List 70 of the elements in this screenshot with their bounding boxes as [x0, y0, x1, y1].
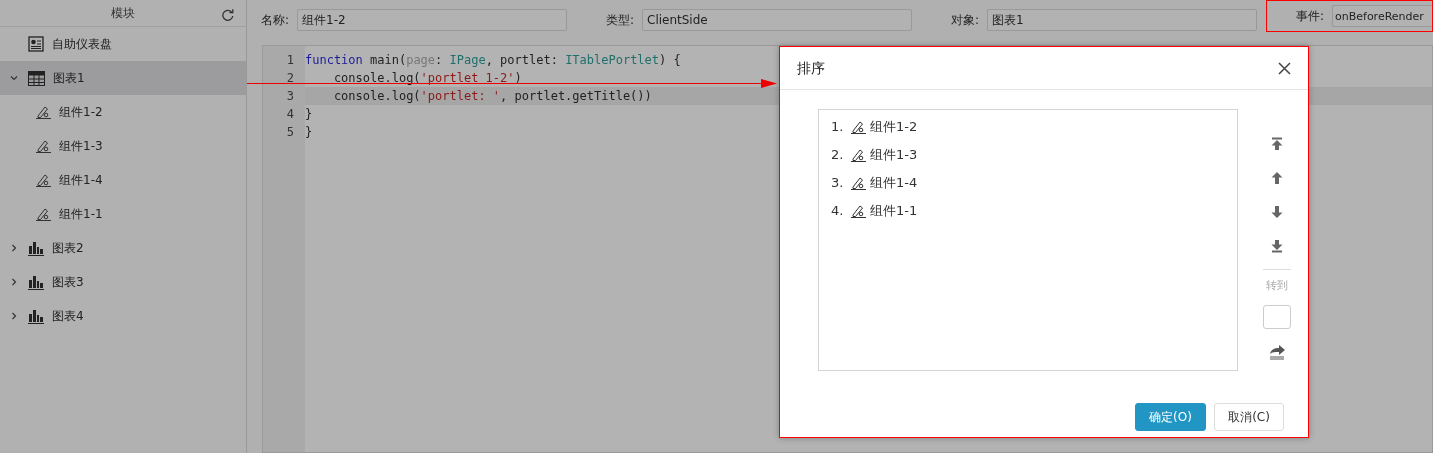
- text-field[interactable]: onBeforeRender: [1332, 5, 1432, 27]
- item-label: 组件1-4: [59, 172, 103, 189]
- list-item[interactable]: 2. 组件1-3: [819, 141, 1237, 169]
- tree-item[interactable]: 自助仪表盘: [0, 27, 246, 61]
- code-line: }: [305, 106, 313, 123]
- tree-item[interactable]: 组件1-3: [0, 129, 246, 163]
- field-label: 名称:: [261, 12, 291, 29]
- tree-item[interactable]: 图表3: [0, 265, 246, 299]
- text-field[interactable]: 图表1: [987, 9, 1257, 31]
- item-label: 图表1: [53, 70, 85, 87]
- tree-item[interactable]: 图表2: [0, 231, 246, 265]
- table-icon: [28, 70, 45, 86]
- tree-item[interactable]: 图表4: [0, 299, 246, 333]
- refresh-icon: [221, 8, 234, 21]
- item-label: 自助仪表盘: [52, 36, 112, 53]
- code-line: function main(page: IPage, portlet: ITablePortlet) {: [305, 52, 681, 69]
- chevron-right-icon: [11, 278, 17, 286]
- item-label: 组件1-1: [59, 206, 103, 223]
- item-label: 图表2: [52, 240, 84, 257]
- panel-title: 模块: [111, 5, 135, 22]
- pencil-icon: [36, 207, 51, 221]
- pencil-icon: [36, 173, 51, 187]
- item-label: 组件1-3: [59, 138, 103, 155]
- dialog-title: 排序: [797, 58, 825, 78]
- code-line: console.log('portlet: ', portlet.getTitle()): [332, 88, 652, 105]
- text-field[interactable]: 组件1-2: [297, 9, 567, 31]
- list-item[interactable]: 4. 组件1-1: [819, 197, 1237, 225]
- tree-item[interactable]: 图表1: [0, 61, 246, 95]
- goto-label: 转到: [1263, 269, 1291, 295]
- tree-item[interactable]: 组件1-2: [0, 95, 246, 129]
- item-label: 图表4: [52, 308, 84, 325]
- text-field[interactable]: ClientSide: [642, 9, 912, 31]
- chevron-right-icon: [11, 312, 17, 320]
- field-label: 类型:: [606, 12, 636, 29]
- arrow-up-icon: [1270, 171, 1284, 185]
- line-number: 1: [285, 52, 295, 69]
- tree-item[interactable]: 组件1-4: [0, 163, 246, 197]
- close-icon: [1277, 61, 1291, 75]
- close-button[interactable]: [1276, 60, 1292, 76]
- pencil-icon: [36, 139, 51, 153]
- chevron-right-icon: [11, 244, 17, 252]
- field-label: 对象:: [951, 12, 981, 29]
- pencil-icon: [851, 176, 866, 190]
- dashboard-icon: [28, 36, 44, 52]
- pencil-icon: [36, 105, 51, 119]
- position-field[interactable]: [1263, 304, 1291, 329]
- bar-chart-icon: [28, 240, 44, 256]
- bar-chart-icon: [28, 308, 44, 324]
- field-label: 事件:: [1296, 8, 1326, 25]
- arrow-to-bottom-icon: [1270, 239, 1284, 253]
- code-line: }: [305, 124, 313, 141]
- arrow-down-icon: [1270, 205, 1284, 219]
- share-arrow-icon: [1268, 343, 1286, 360]
- line-number: 3: [285, 88, 295, 105]
- line-number: 4: [285, 106, 295, 123]
- item-label: 图表3: [52, 274, 84, 291]
- chevron-down-icon: [10, 75, 18, 81]
- arrow-to-top-icon: [1270, 137, 1284, 151]
- list-item[interactable]: 1. 组件1-2: [819, 113, 1237, 141]
- list-item[interactable]: 3. 组件1-4: [819, 169, 1237, 197]
- bar-chart-icon: [28, 274, 44, 290]
- pencil-icon: [851, 120, 866, 134]
- pencil-icon: [851, 204, 866, 218]
- tree-item[interactable]: 组件1-1: [0, 197, 246, 231]
- line-number: 5: [285, 124, 295, 141]
- code-line: console.log('portlet 1-2'): [332, 70, 522, 87]
- line-number: 2: [285, 70, 295, 87]
- cancel-button[interactable]: 取消(C): [1214, 403, 1284, 431]
- pencil-icon: [851, 148, 866, 162]
- item-label: 组件1-2: [59, 104, 103, 121]
